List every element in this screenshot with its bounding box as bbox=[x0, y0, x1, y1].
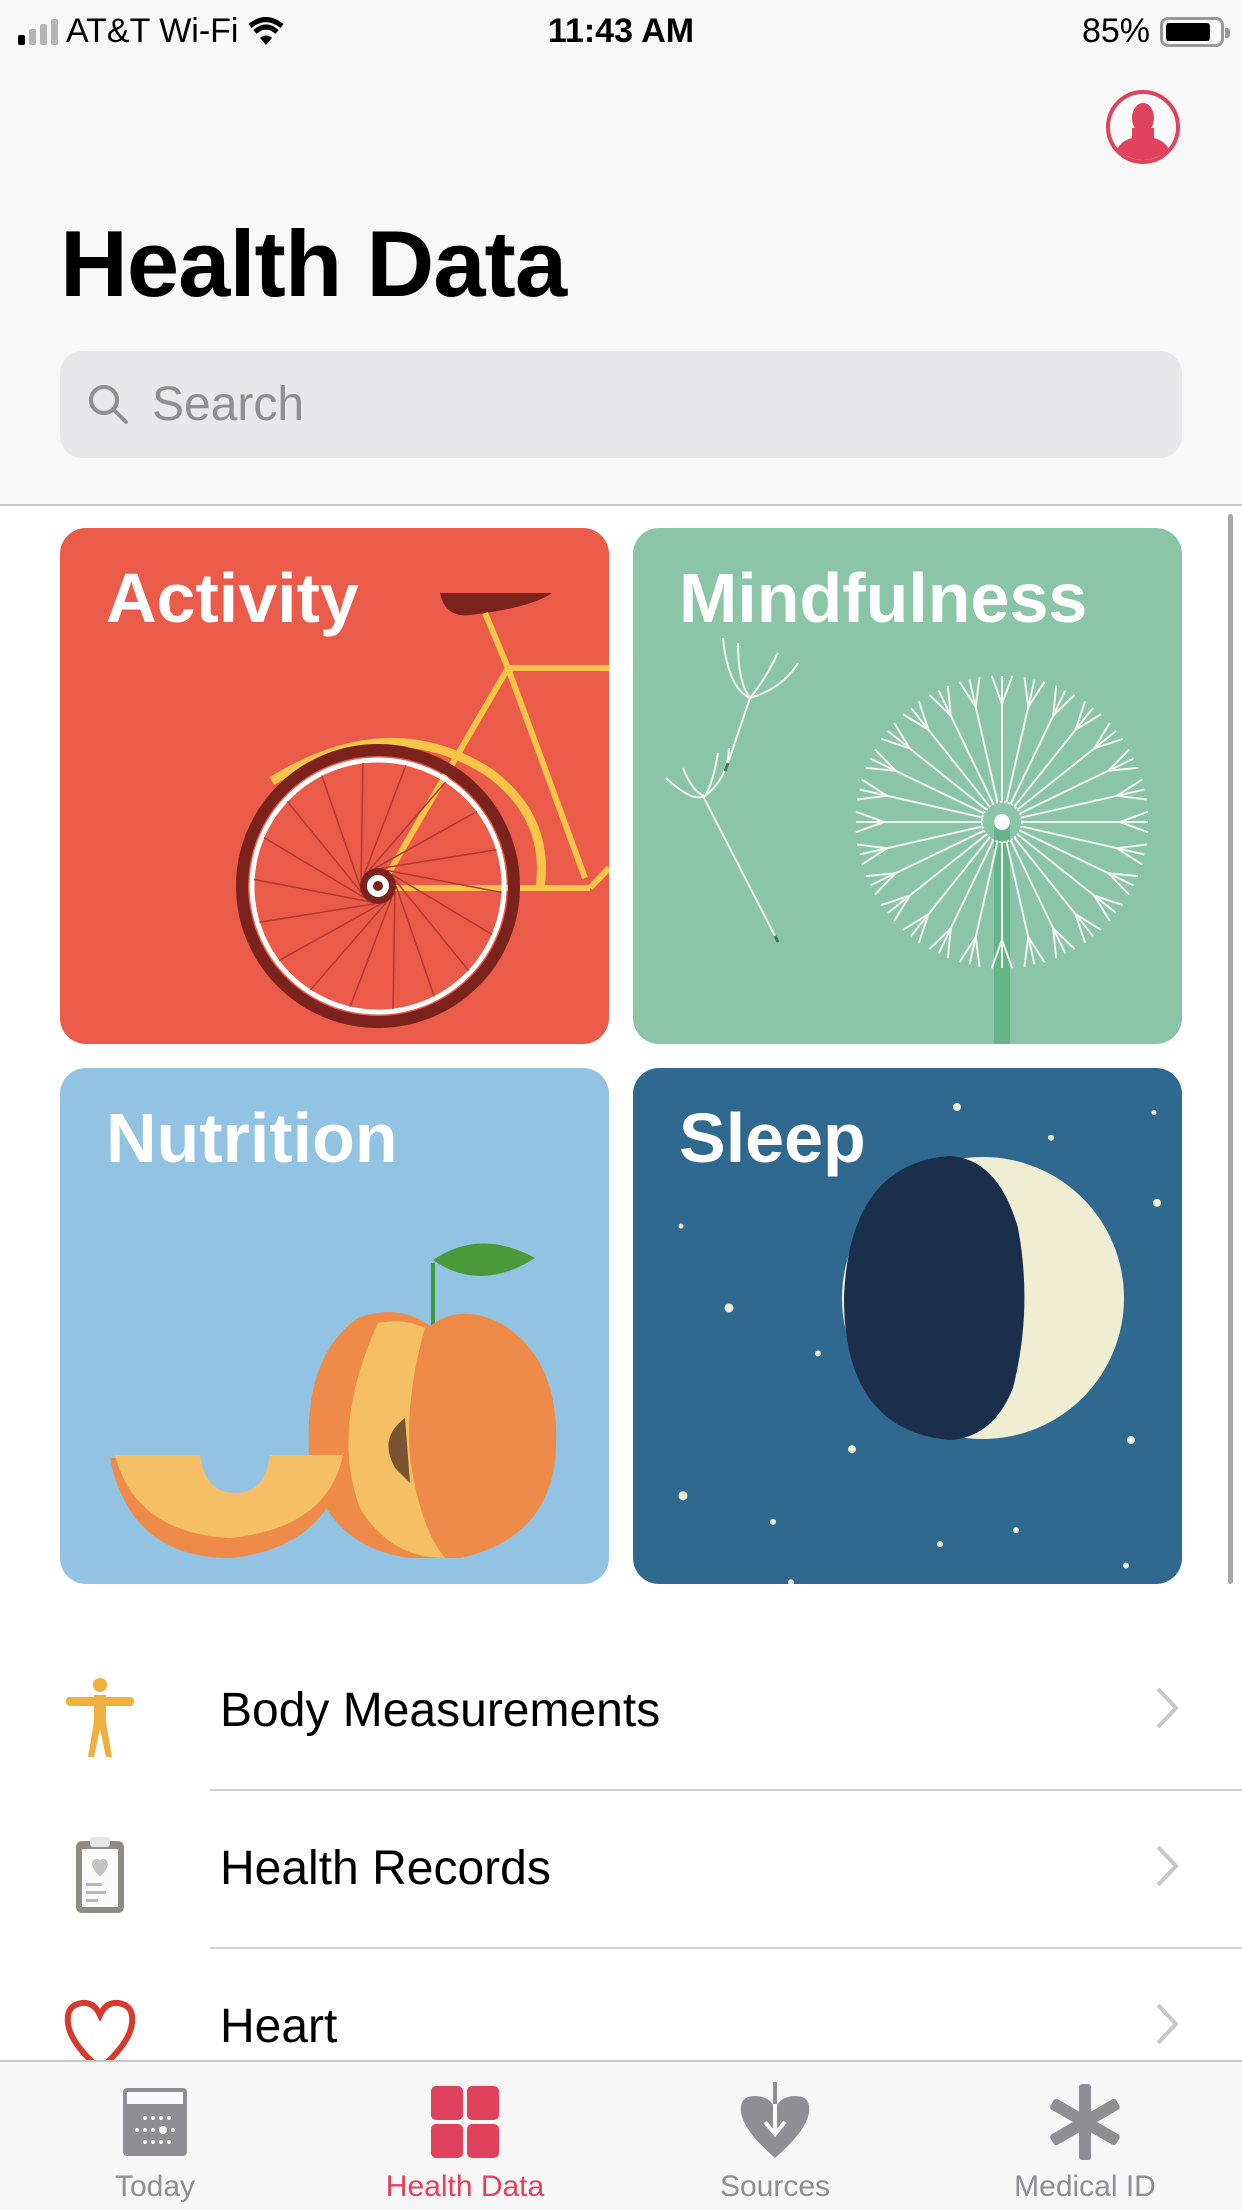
calendar-icon bbox=[123, 2088, 187, 2156]
category-card-sleep[interactable]: Sleep bbox=[633, 1068, 1182, 1584]
category-label: Activity bbox=[106, 559, 359, 637]
category-label: Nutrition bbox=[106, 1099, 398, 1177]
category-label: Sleep bbox=[679, 1099, 866, 1177]
category-card-nutrition[interactable]: Nutrition bbox=[60, 1068, 609, 1584]
tab-label: Medical ID bbox=[1014, 2170, 1156, 2203]
clipboard-icon bbox=[76, 1837, 124, 1913]
chevron-right-icon bbox=[1156, 2003, 1179, 2045]
person-icon bbox=[1114, 103, 1172, 160]
clock: 11:43 AM bbox=[547, 12, 695, 50]
tab-bar: Today Health Data Sources Medical ID bbox=[0, 2060, 1242, 2210]
category-card-mindfulness[interactable]: Mindfulness bbox=[633, 528, 1182, 1044]
tab-label: Health Data bbox=[385, 2170, 545, 2203]
list-item-body-measurements[interactable]: Body Measurements bbox=[0, 1633, 1242, 1791]
list-item-label: Body Measurements bbox=[220, 1684, 661, 1737]
battery-icon bbox=[1160, 16, 1230, 47]
category-card-activity[interactable]: Activity bbox=[60, 528, 609, 1044]
profile-button[interactable] bbox=[1106, 90, 1180, 164]
tab-sources[interactable]: Sources bbox=[620, 2062, 930, 2210]
search-input[interactable]: Search bbox=[60, 351, 1182, 458]
asterisk-icon bbox=[1050, 2084, 1120, 2160]
tab-medical-id[interactable]: Medical ID bbox=[930, 2062, 1240, 2210]
chevron-right-icon bbox=[1156, 1687, 1179, 1729]
list-item-label: Health Records bbox=[220, 1842, 551, 1895]
search-icon bbox=[89, 384, 128, 424]
search-placeholder: Search bbox=[152, 378, 305, 431]
header: AT&T Wi-Fi 11:43 AM 85% Health Data Sear… bbox=[0, 0, 1242, 506]
category-label: Mindfulness bbox=[679, 559, 1088, 637]
scrollbar[interactable] bbox=[1228, 514, 1233, 1584]
page-title: Health Data bbox=[60, 211, 567, 316]
tab-health-data[interactable]: Health Data bbox=[310, 2062, 620, 2210]
chevron-right-icon bbox=[1156, 1845, 1179, 1887]
body-figure-icon bbox=[66, 1678, 134, 1757]
grid-icon bbox=[431, 2086, 499, 2158]
heart-download-icon bbox=[740, 2082, 810, 2158]
tab-label: Today bbox=[114, 2170, 196, 2203]
status-bar: AT&T Wi-Fi 11:43 AM 85% bbox=[0, 0, 1242, 60]
list-item-health-records[interactable]: Health Records bbox=[0, 1791, 1242, 1949]
tab-label: Sources bbox=[719, 2170, 831, 2203]
list-item-label: Heart bbox=[220, 2000, 338, 2053]
battery-percent: 85% bbox=[1081, 12, 1150, 50]
tab-today[interactable]: Today bbox=[0, 2062, 310, 2210]
